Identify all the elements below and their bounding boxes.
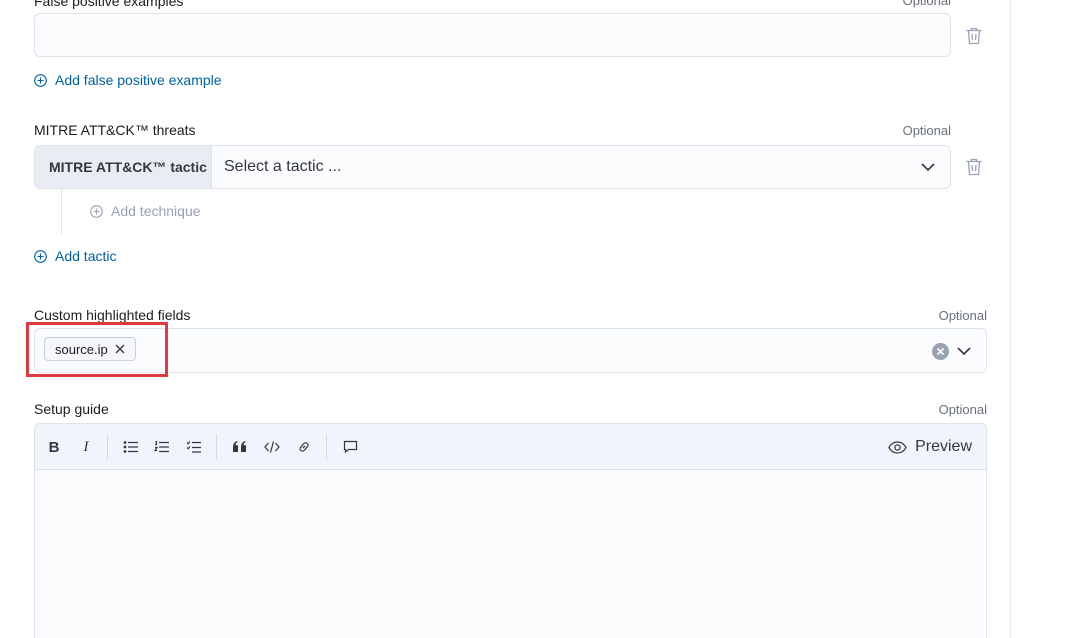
preview-button[interactable]: Preview (888, 436, 972, 458)
eye-icon (888, 440, 907, 454)
technique-tree-line (61, 188, 62, 234)
bold-button[interactable]: B (44, 437, 64, 457)
tactic-prepend-label: MITRE ATT&CK™ tactic (35, 146, 212, 188)
task-list-icon[interactable] (184, 437, 204, 457)
false-positive-input[interactable] (34, 13, 951, 57)
add-tactic-label: Add tactic (55, 248, 117, 264)
italic-button[interactable]: I (76, 437, 96, 457)
plus-circle-icon (34, 249, 47, 263)
highlight-annotation (26, 322, 168, 377)
custom-fields-label: Custom highlighted fields (34, 307, 191, 323)
mitre-label: MITRE ATT&CK™ threats (34, 122, 196, 138)
setup-guide-optional: Optional (938, 402, 987, 417)
trash-icon[interactable] (965, 26, 983, 46)
add-tactic-button[interactable]: Add tactic (34, 248, 116, 264)
markdown-toolbar: B I Preview (35, 424, 986, 470)
chevron-down-icon (921, 163, 935, 172)
rule-about-form: False positive examples Optional Add fal… (0, 0, 1083, 638)
tactic-select-value: Select a tactic ... (224, 158, 342, 175)
toolbar-separator (326, 434, 327, 460)
link-icon[interactable] (294, 437, 314, 457)
false-positive-optional: Optional (902, 0, 951, 8)
add-false-positive-button[interactable]: Add false positive example (34, 72, 222, 88)
panel-divider (1010, 0, 1011, 638)
toolbar-separator (107, 434, 108, 460)
setup-guide-editor[interactable]: B I Preview (34, 423, 987, 638)
comment-icon[interactable] (340, 437, 360, 457)
trash-icon[interactable] (965, 157, 983, 177)
plus-circle-icon (90, 204, 103, 218)
preview-label: Preview (915, 438, 972, 455)
custom-fields-optional: Optional (938, 308, 987, 323)
code-icon[interactable] (262, 437, 282, 457)
false-positive-label: False positive examples (34, 0, 184, 9)
quote-icon[interactable] (230, 437, 250, 457)
tactic-select[interactable]: MITRE ATT&CK™ tactic Select a tactic ... (34, 145, 951, 189)
numbered-list-icon[interactable] (152, 437, 172, 457)
add-technique-button[interactable]: Add technique (90, 203, 201, 219)
custom-fields-combobox[interactable]: source.ip (34, 328, 987, 373)
add-technique-label: Add technique (111, 203, 201, 219)
bullet-list-icon[interactable] (121, 437, 141, 457)
plus-circle-icon (34, 73, 47, 87)
mitre-optional: Optional (902, 123, 951, 138)
add-false-positive-label: Add false positive example (55, 72, 222, 88)
clear-icon[interactable] (932, 343, 949, 360)
setup-guide-label: Setup guide (34, 401, 109, 417)
toolbar-separator (216, 434, 217, 460)
chevron-down-icon[interactable] (956, 343, 972, 359)
